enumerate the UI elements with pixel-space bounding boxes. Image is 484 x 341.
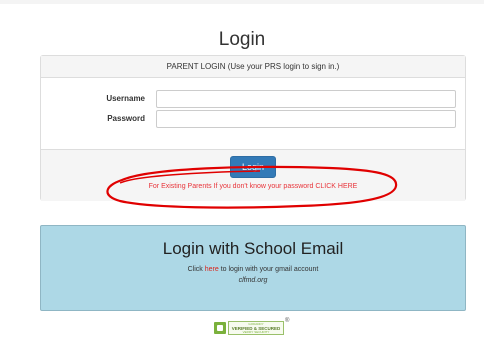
password-input[interactable] xyxy=(156,110,456,128)
seal-verify: VERIFY SECURITY xyxy=(242,330,270,334)
username-input[interactable] xyxy=(156,90,456,108)
registered-mark: ® xyxy=(285,318,290,324)
login-panel: PARENT LOGIN (Use your PRS login to sign… xyxy=(40,55,466,201)
panel-heading: PARENT LOGIN (Use your PRS login to sign… xyxy=(41,56,465,78)
school-domain: clfmd.org xyxy=(238,277,268,284)
school-text-suffix: to login with your gmail account xyxy=(218,266,319,273)
password-label: Password xyxy=(107,114,145,123)
school-email-login-box: Login with School Email Click here to lo… xyxy=(40,225,466,311)
top-divider xyxy=(0,0,484,4)
school-login-title: Login with School Email xyxy=(162,239,344,258)
school-login-here-link[interactable]: here xyxy=(205,266,219,273)
school-login-text: Click here to login with your gmail acco… xyxy=(41,266,465,273)
password-row: Password xyxy=(41,110,465,128)
login-button[interactable]: Login xyxy=(230,156,276,178)
school-text-prefix: Click xyxy=(187,266,205,273)
seal-badge: GODADDY VERIFIED & SECURED VERIFY SECURI… xyxy=(228,321,284,335)
security-seal[interactable]: GODADDY VERIFIED & SECURED VERIFY SECURI… xyxy=(214,318,290,336)
page-title: Login xyxy=(218,29,266,50)
username-label: Username xyxy=(106,94,145,103)
username-row: Username xyxy=(41,90,465,108)
panel-footer: Login For Existing Parents If you don't … xyxy=(41,149,465,201)
lock-icon xyxy=(214,322,226,334)
forgot-password-link[interactable]: For Existing Parents If you don't know y… xyxy=(41,183,465,190)
